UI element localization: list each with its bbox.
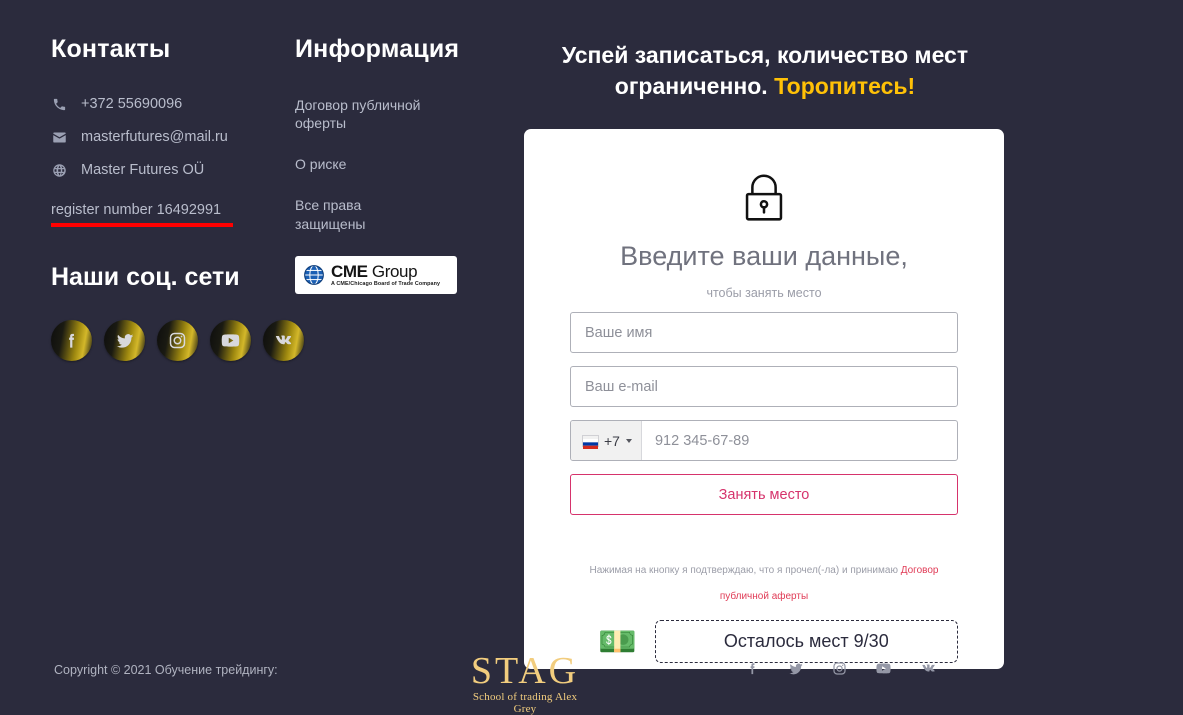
- signup-form-card: Введите ваши данные, чтобы занять место …: [524, 129, 1004, 669]
- footer-social-twitter[interactable]: [788, 661, 804, 677]
- social-link-facebook[interactable]: [51, 320, 92, 361]
- footer-social-vk[interactable]: [920, 660, 937, 677]
- cme-light: Group: [367, 261, 418, 281]
- consent-text: Нажимая на кнопку я подтверждаю, что я п…: [570, 558, 958, 610]
- envelope-icon: [51, 130, 68, 145]
- twitter-icon: [788, 661, 804, 677]
- cme-globe-icon: [303, 264, 325, 286]
- cme-group-logo: CME Group A CME/Chicago Board of Trade C…: [295, 255, 457, 294]
- country-code-label: +7: [604, 432, 620, 449]
- contacts-title: Контакты: [51, 35, 171, 63]
- contact-phone[interactable]: +372 55690096: [51, 96, 266, 113]
- footer-social-youtube[interactable]: [875, 660, 892, 677]
- footer-social-instagram[interactable]: [832, 661, 847, 676]
- contact-email[interactable]: masterfutures@mail.ru: [51, 129, 266, 146]
- register-underline: [51, 222, 233, 227]
- footer-bar: Copyright © 2021 Обучение трейдингу: STA…: [0, 646, 1183, 715]
- phone-icon: [51, 97, 68, 112]
- social-link-instagram[interactable]: [157, 320, 198, 361]
- info-link-risk[interactable]: О риске: [295, 155, 435, 174]
- email-input[interactable]: [570, 366, 958, 408]
- facebook-icon: [62, 331, 81, 350]
- social-link-vk[interactable]: [263, 320, 304, 361]
- contact-phone-text: +372 55690096: [81, 95, 183, 112]
- consent-prefix: Нажимая на кнопку я подтверждаю, что я п…: [589, 565, 901, 577]
- info-link-rights[interactable]: Все права защищены: [295, 196, 435, 234]
- twitter-icon: [115, 331, 135, 351]
- social-title: Наши соц. сети: [51, 263, 240, 291]
- contact-email-text: masterfutures@mail.ru: [81, 128, 228, 145]
- lock-icon: [733, 167, 795, 234]
- instagram-icon: [168, 331, 187, 350]
- youtube-icon: [220, 330, 241, 351]
- chevron-down-icon: [625, 438, 632, 443]
- vk-icon: [920, 660, 937, 677]
- info-title: Информация: [295, 35, 460, 63]
- register-number: register number 16492991: [51, 201, 222, 218]
- headline-accent: Торопитесь!: [774, 72, 916, 99]
- form-subtitle: чтобы занять место: [706, 286, 822, 301]
- lock-icon-wrapper: [570, 167, 958, 234]
- cme-bold: CME: [331, 261, 368, 281]
- promo-headline: Успей записаться, количество мест ограни…: [520, 40, 1010, 101]
- copyright-text: Copyright © 2021 Обучение трейдингу:: [54, 663, 278, 677]
- social-link-youtube[interactable]: [210, 320, 251, 361]
- submit-button[interactable]: Занять место: [570, 474, 958, 516]
- form-title: Введите ваши данные,: [620, 241, 908, 271]
- page-root: Контакты +372 55690096 masterfutures@mai…: [0, 0, 1183, 715]
- contacts-column: Контакты +372 55690096 masterfutures@mai…: [51, 35, 266, 227]
- vk-icon: [273, 330, 294, 351]
- footer-social-facebook[interactable]: [745, 661, 760, 676]
- headline-line1: Успей записаться, количество мест: [561, 42, 969, 68]
- contacts-list: +372 55690096 masterfutures@mail.ru Mast…: [51, 96, 266, 180]
- social-link-twitter[interactable]: [104, 320, 145, 361]
- cme-wordmark: CME Group: [331, 263, 440, 280]
- cme-text: CME Group A CME/Chicago Board of Trade C…: [331, 263, 440, 287]
- cme-tagline: A CME/Chicago Board of Trade Company: [331, 280, 441, 287]
- stag-tagline: School of trading Alex Grey: [472, 691, 578, 715]
- contact-company-text: Master Futures OÜ: [81, 162, 205, 179]
- globe-icon: [51, 163, 68, 178]
- instagram-icon: [832, 661, 847, 676]
- contact-company[interactable]: Master Futures OÜ: [51, 162, 266, 179]
- info-link-offer[interactable]: Договор публичной оферты: [295, 96, 435, 134]
- youtube-icon: [875, 660, 892, 677]
- stag-wordmark: STAG: [470, 650, 580, 692]
- info-column: Информация Договор публичной оферты О ри…: [295, 35, 485, 294]
- phone-input[interactable]: [641, 421, 957, 461]
- social-links-row: [51, 320, 311, 361]
- russia-flag-icon: [582, 434, 599, 449]
- footer-social-row: [745, 660, 937, 677]
- facebook-icon: [745, 661, 760, 676]
- headline-line2: ограниченно.: [614, 72, 775, 99]
- phone-field-group: +7: [570, 420, 958, 462]
- country-code-selector[interactable]: +7: [571, 421, 642, 461]
- social-block: Наши соц. сети: [51, 263, 311, 361]
- name-input[interactable]: [570, 312, 958, 354]
